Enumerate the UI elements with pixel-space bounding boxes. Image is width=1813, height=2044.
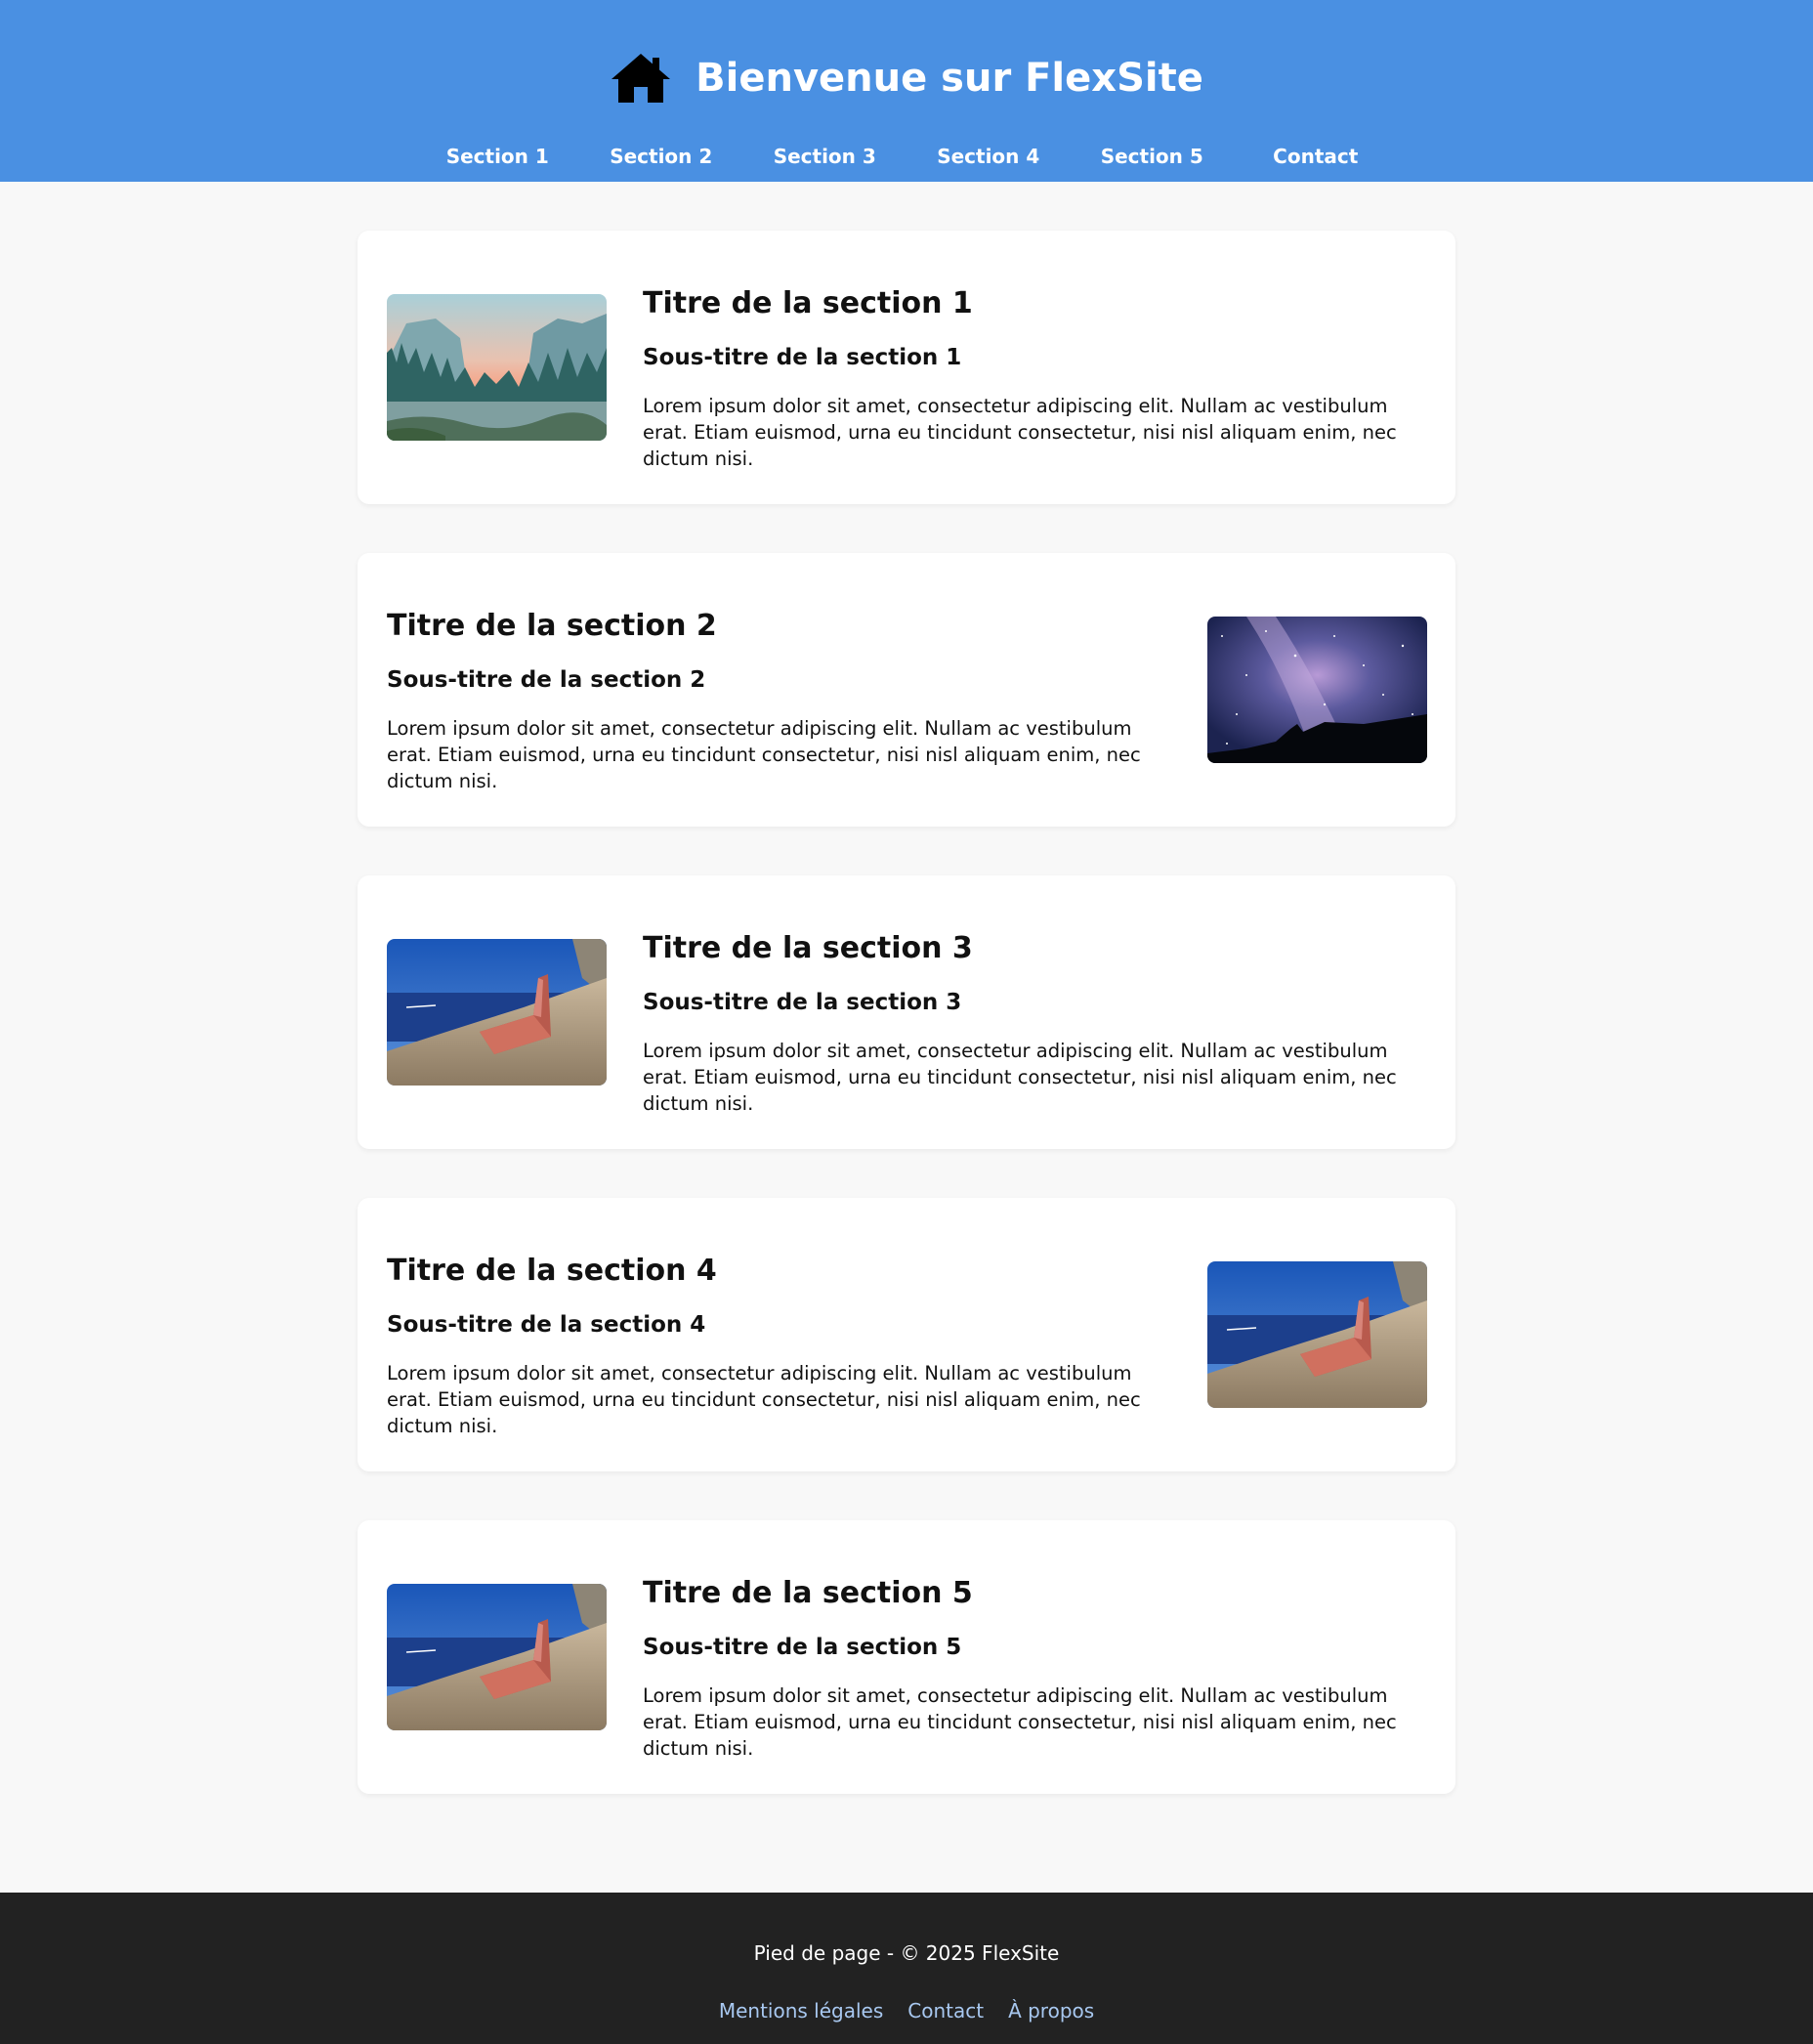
section-subtitle: Sous-titre de la section 4 (387, 1312, 706, 1338)
site-header: Bienvenue sur FlexSite Section 1 Section… (0, 0, 1813, 182)
section-card-4: Titre de la section 4 Sous-titre de la s… (358, 1198, 1455, 1471)
section-subtitle: Sous-titre de la section 1 (643, 345, 962, 370)
section-title: Titre de la section 5 (643, 1576, 973, 1610)
section-title: Titre de la section 1 (643, 286, 973, 320)
section-title: Titre de la section 3 (643, 931, 973, 965)
section-body: Lorem ipsum dolor sit amet, consectetur … (387, 717, 1141, 792)
nav-section-1[interactable]: Section 1 (416, 142, 580, 171)
section-title: Titre de la section 4 (387, 1254, 717, 1288)
section-title: Titre de la section 2 (387, 609, 717, 643)
section-card-2: Titre de la section 2 Sous-titre de la s… (358, 553, 1455, 827)
footer-copyright: Pied de page - © 2025 FlexSite (753, 1941, 1060, 1965)
nav-section-4[interactable]: Section 4 (906, 142, 1071, 171)
section-body: Lorem ipsum dolor sit amet, consectetur … (643, 1684, 1397, 1760)
nav-section-3[interactable]: Section 3 (743, 142, 907, 171)
footer-link-legal[interactable]: Mentions légales (719, 1996, 883, 2025)
section-subtitle: Sous-titre de la section 5 (643, 1635, 962, 1660)
section-body: Lorem ipsum dolor sit amet, consectetur … (387, 1362, 1141, 1437)
footer-link-about[interactable]: À propos (1008, 1996, 1094, 2025)
milky-way-image (1207, 617, 1427, 763)
nav-section-5[interactable]: Section 5 (1071, 142, 1235, 171)
mountain-valley-image (387, 294, 607, 441)
armchair-by-sea-image (387, 939, 607, 1086)
footer-links: Mentions légales Contact À propos (0, 1996, 1813, 2025)
section-body: Lorem ipsum dolor sit amet, consectetur … (643, 395, 1397, 470)
home-icon (610, 52, 672, 105)
section-subtitle: Sous-titre de la section 3 (643, 990, 962, 1015)
footer-link-contact[interactable]: Contact (907, 1996, 984, 2025)
armchair-by-sea-image (387, 1584, 607, 1730)
site-footer: Pied de page - © 2025 FlexSite Mentions … (0, 1893, 1813, 2044)
main-nav: Section 1 Section 2 Section 3 Section 4 … (0, 142, 1813, 171)
section-card-5: Titre de la section 5 Sous-titre de la s… (358, 1520, 1455, 1794)
nav-section-2[interactable]: Section 2 (579, 142, 743, 171)
section-body: Lorem ipsum dolor sit amet, consectetur … (643, 1040, 1397, 1115)
section-card-1: Titre de la section 1 Sous-titre de la s… (358, 231, 1455, 504)
site-title: Bienvenue sur FlexSite (696, 56, 1203, 101)
section-card-3: Titre de la section 3 Sous-titre de la s… (358, 875, 1455, 1149)
nav-contact[interactable]: Contact (1234, 142, 1398, 171)
brand: Bienvenue sur FlexSite (0, 49, 1813, 107)
armchair-by-sea-image (1207, 1261, 1427, 1408)
section-subtitle: Sous-titre de la section 2 (387, 667, 706, 693)
